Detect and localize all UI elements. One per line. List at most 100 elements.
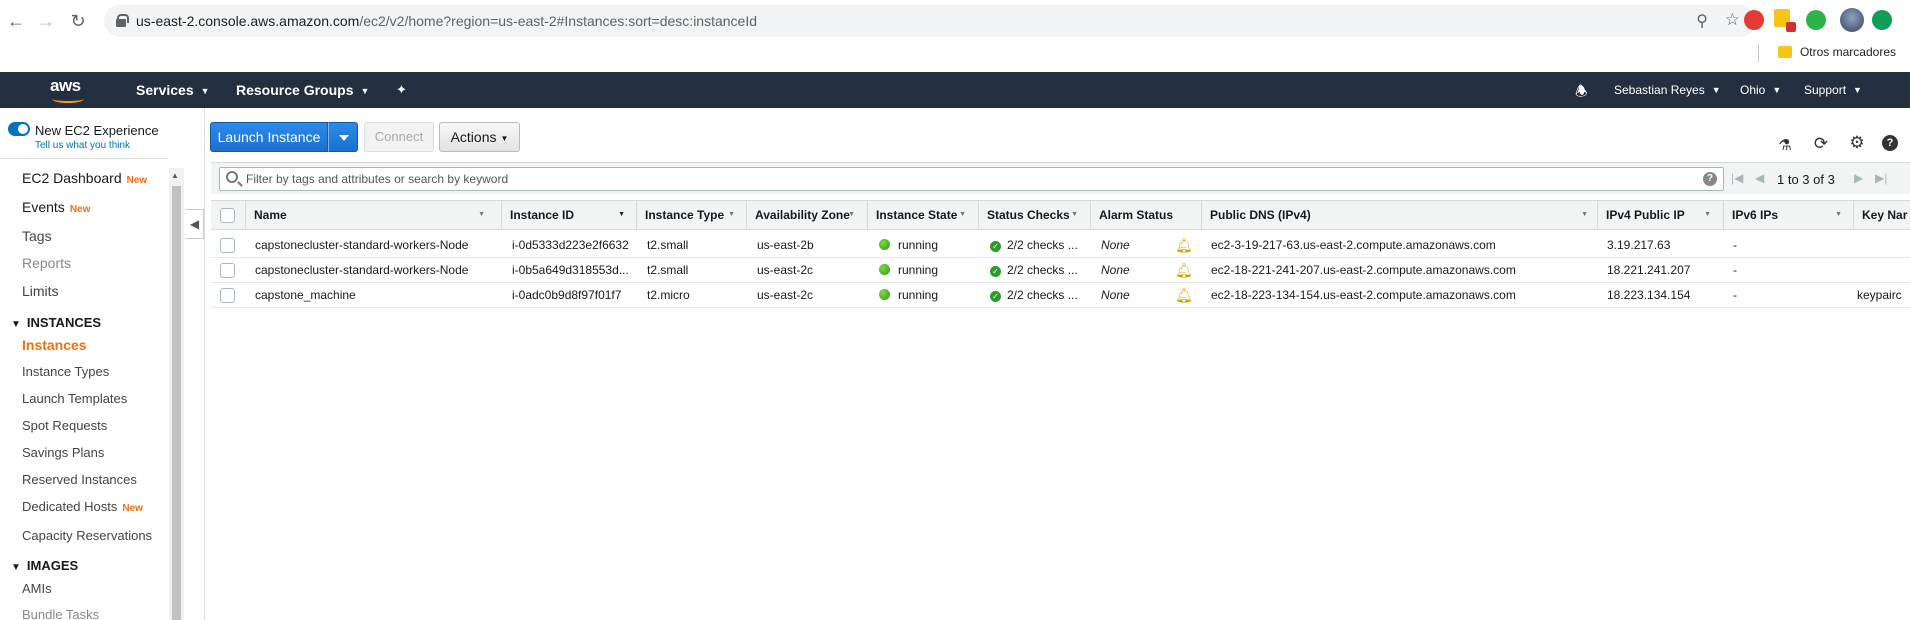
col-instance-state[interactable]: Instance State ▼	[867, 201, 972, 229]
col-public-dns[interactable]: Public DNS (IPv4) ▼	[1201, 201, 1594, 229]
sidebar-item-dedicated-hosts[interactable]: Dedicated Hosts New	[22, 499, 143, 514]
sidebar-scrollbar[interactable]: ▲	[169, 168, 184, 620]
cell-status-checks[interactable]: ✓ 2/2 checks ...	[990, 258, 1086, 282]
search-box[interactable]: ?	[219, 167, 1724, 191]
col-key-name[interactable]: Key Nar	[1853, 201, 1910, 229]
cell-status-checks[interactable]: ✓ 2/2 checks ...	[990, 233, 1086, 257]
bookmarks-folder[interactable]: Otros marcadores	[1777, 45, 1896, 59]
cell-instance-type: t2.small	[647, 238, 689, 252]
zoom-icon[interactable]: ⚲	[1696, 11, 1708, 31]
folder-icon	[1777, 46, 1792, 58]
select-all-checkbox[interactable]	[220, 208, 235, 223]
scrollbar-thumb[interactable]	[172, 186, 181, 620]
sidebar-item-instance-types[interactable]: Instance Types	[22, 364, 109, 379]
bookmarks-folder-label: Otros marcadores	[1799, 45, 1896, 59]
section-images[interactable]: ▼ IMAGES	[11, 558, 78, 573]
collapse-sidebar-button[interactable]: ◀	[186, 209, 204, 239]
flask-icon[interactable]: ⚗	[1776, 136, 1794, 154]
sidebar-item-amis[interactable]: AMIs	[22, 581, 52, 596]
filter-help-icon[interactable]: ?	[1703, 172, 1717, 186]
state-label: running	[898, 288, 939, 302]
column-label: Instance State	[876, 208, 958, 222]
cell-ipv4: 3.19.217.63	[1607, 238, 1671, 252]
gear-icon[interactable]: ⚙	[1848, 133, 1866, 153]
col-alarm-status[interactable]: Alarm Status	[1090, 201, 1195, 229]
sidebar-item-spot-requests[interactable]: Spot Requests	[22, 418, 107, 433]
new-badge: New	[126, 175, 148, 186]
aws-top-nav: aws Services ▼ Resource Groups ▼ ✦ 🕭︎ Seba…	[0, 72, 1910, 108]
aws-logo[interactable]: aws	[50, 77, 90, 105]
next-page-icon[interactable]: ▶	[1854, 171, 1863, 185]
first-page-icon[interactable]: |◀	[1731, 171, 1743, 185]
profile-avatar[interactable]	[1840, 8, 1864, 32]
extension-badge-icon	[1786, 22, 1796, 32]
search-input[interactable]	[246, 170, 1686, 188]
sidebar-item-savings-plans[interactable]: Savings Plans	[22, 445, 104, 460]
new-experience-toggle[interactable]	[8, 122, 30, 136]
row-checkbox[interactable]	[220, 238, 235, 253]
sidebar-item-instances[interactable]: Instances	[22, 337, 87, 353]
sidebar-item-capacity-reservations[interactable]: Capacity Reservations	[22, 528, 152, 543]
col-status-checks[interactable]: Status Checks ▼	[978, 201, 1084, 229]
pin-icon[interactable]: ✦	[396, 82, 407, 98]
column-label: Instance ID	[510, 208, 575, 222]
browser-chrome: ← → ↻ us-east-2.console.aws.amazon.com/e…	[0, 0, 1910, 72]
table-row[interactable]: capstone_machine i-0adc0b9d8f97f01f7 t2.…	[211, 283, 1910, 308]
update-icon[interactable]	[1872, 10, 1892, 30]
new-badge: New	[69, 204, 91, 215]
sidebar-item-ec2-dashboard[interactable]: EC2 Dashboard New	[22, 170, 147, 186]
prev-page-icon[interactable]: ◀	[1755, 171, 1764, 185]
address-bar[interactable]: us-east-2.console.aws.amazon.com/ec2/v2/…	[104, 5, 1756, 37]
col-availability-zone[interactable]: Availability Zone ▼	[746, 201, 861, 229]
bookmark-star-icon[interactable]: ☆	[1725, 10, 1740, 30]
sidebar-item-events[interactable]: Events New	[22, 199, 90, 215]
cell-instance-state: running	[879, 258, 974, 282]
cell-status-checks[interactable]: ✓ 2/2 checks ...	[990, 283, 1086, 307]
bell-icon[interactable]: 🕭︎	[1575, 81, 1588, 105]
help-icon[interactable]: ?	[1882, 135, 1898, 151]
running-status-icon	[879, 264, 890, 275]
cell-instance-type: t2.small	[647, 263, 689, 277]
feedback-link[interactable]: Tell us what you think	[35, 140, 130, 151]
launch-instance-button[interactable]: Launch Instance	[210, 122, 328, 152]
chevron-down-icon: ▼	[200, 86, 210, 96]
col-ipv4[interactable]: IPv4 Public IP ▼	[1597, 201, 1717, 229]
sidebar-item-bundle-tasks[interactable]: Bundle Tasks	[22, 607, 99, 620]
sidebar-item-limits[interactable]: Limits	[22, 283, 59, 299]
refresh-icon[interactable]: ⟳	[1812, 134, 1830, 154]
reload-icon[interactable]: ↻	[66, 9, 90, 33]
services-menu[interactable]: Services ▼	[136, 82, 210, 98]
row-checkbox[interactable]	[220, 263, 235, 278]
create-alarm-icon[interactable]: 🔔︎	[1175, 287, 1193, 304]
sidebar-item-reports[interactable]: Reports	[22, 255, 71, 271]
col-instance-id[interactable]: Instance ID ▼	[501, 201, 631, 229]
table-row[interactable]: capstonecluster-standard-workers-Node i-…	[211, 258, 1910, 283]
region-menu[interactable]: Ohio ▼	[1740, 83, 1781, 97]
back-arrow-icon[interactable]: ←	[4, 9, 28, 33]
forward-arrow-icon[interactable]: →	[34, 9, 58, 33]
last-page-icon[interactable]: ▶|	[1875, 171, 1887, 185]
scroll-up-icon[interactable]: ▲	[171, 171, 179, 180]
new-badge: New	[122, 503, 143, 514]
row-checkbox[interactable]	[220, 288, 235, 303]
section-instances[interactable]: ▼ INSTANCES	[11, 315, 101, 330]
extension-red-icon[interactable]	[1744, 10, 1764, 30]
create-alarm-icon[interactable]: 🔔︎	[1175, 262, 1193, 279]
col-ipv6[interactable]: IPv6 IPs ▼	[1723, 201, 1848, 229]
sidebar-item-tags[interactable]: Tags	[22, 228, 52, 244]
sidebar-item-launch-templates[interactable]: Launch Templates	[22, 391, 127, 406]
create-alarm-icon[interactable]: 🔔︎	[1175, 237, 1193, 254]
section-images-label: IMAGES	[26, 558, 79, 573]
actions-button[interactable]: Actions ▼	[439, 122, 520, 152]
resource-groups-menu[interactable]: Resource Groups ▼	[236, 82, 369, 98]
table-row[interactable]: capstonecluster-standard-workers-Node i-…	[211, 233, 1910, 258]
launch-dropdown-button[interactable]	[328, 122, 358, 152]
user-menu[interactable]: Sebastian Reyes ▼	[1614, 83, 1721, 97]
state-label: running	[898, 238, 939, 252]
sidebar-item-reserved-instances[interactable]: Reserved Instances	[22, 472, 137, 487]
support-menu[interactable]: Support ▼	[1804, 83, 1862, 97]
col-name[interactable]: Name ▼	[245, 201, 491, 229]
col-instance-type[interactable]: Instance Type ▼	[636, 201, 741, 229]
sidebar-separator	[204, 108, 205, 620]
evernote-icon[interactable]	[1806, 10, 1826, 30]
